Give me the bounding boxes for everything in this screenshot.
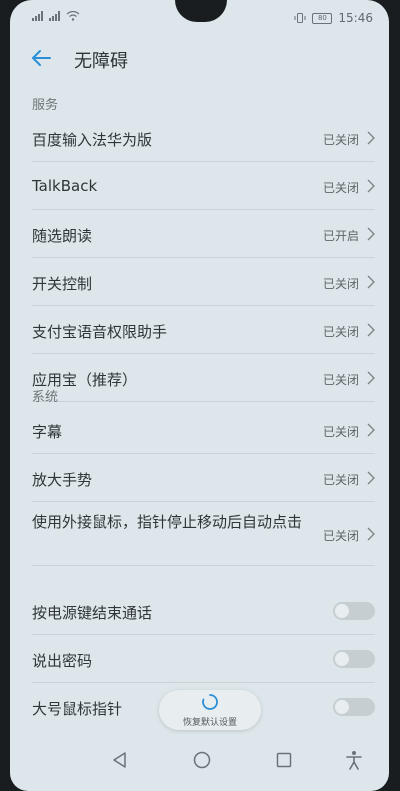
setting-status: 已关闭 — [322, 325, 359, 339]
chevron-right-icon — [367, 323, 375, 337]
setting-row-select-to-speak[interactable]: 随选朗读 已开启 — [32, 211, 375, 258]
recents-nav-icon[interactable] — [274, 750, 294, 770]
reset-defaults-label: 恢复默认设置 — [182, 718, 237, 728]
setting-row-alipay-voice[interactable]: 支付宝语音权限助手 已关闭 — [32, 307, 375, 354]
setting-status: 已关闭 — [322, 473, 359, 487]
chevron-right-icon — [367, 275, 375, 289]
setting-status: 已关闭 — [322, 133, 359, 147]
section-header-system: 系统 — [32, 390, 59, 405]
phone-screen: 80 15:46 无障碍 服务 百度输入法华为版 已关闭 TalkBack 已关… — [10, 0, 389, 791]
section-header-services: 服务 — [32, 98, 59, 113]
navigation-bar — [10, 738, 389, 782]
back-arrow-icon[interactable] — [30, 46, 54, 70]
page-title: 无障碍 — [74, 51, 128, 72]
chevron-right-icon — [367, 131, 375, 145]
reset-defaults-button[interactable]: 恢复默认设置 — [159, 690, 261, 730]
chevron-right-icon — [367, 371, 375, 385]
setting-status: 已关闭 — [322, 181, 359, 195]
setting-label: 随选朗读 — [32, 227, 93, 245]
setting-label: 开关控制 — [32, 275, 93, 293]
setting-row-auto-click[interactable]: 使用外接鼠标，指针停止移动后自动点击 已关闭 — [32, 503, 375, 566]
vibrate-icon — [294, 13, 306, 23]
chevron-right-icon — [367, 227, 375, 241]
setting-row-switch-access[interactable]: 开关控制 已关闭 — [32, 259, 375, 306]
setting-status: 已开启 — [322, 229, 359, 243]
back-nav-icon[interactable] — [110, 750, 130, 770]
setting-label: 字幕 — [32, 423, 63, 441]
setting-label: 按电源键结束通话 — [32, 604, 153, 622]
setting-label: 说出密码 — [32, 652, 93, 670]
toggle-switch[interactable] — [333, 602, 375, 620]
setting-row-captions[interactable]: 字幕 已关闭 — [32, 407, 375, 454]
setting-row-app-store[interactable]: 应用宝（推荐） 已关闭 — [32, 355, 375, 402]
setting-row-magnification-gestures[interactable]: 放大手势 已关闭 — [32, 455, 375, 502]
setting-status: 已关闭 — [322, 277, 359, 291]
signal-icon — [32, 11, 43, 21]
app-header: 无障碍 — [10, 34, 389, 82]
reset-icon — [202, 694, 218, 710]
setting-label: TalkBack — [32, 177, 98, 195]
setting-row-baidu-ime[interactable]: 百度输入法华为版 已关闭 — [32, 115, 375, 162]
toggle-knob — [335, 604, 349, 618]
setting-status: 已关闭 — [322, 425, 359, 439]
signal-icon — [49, 11, 60, 21]
status-time: 15:46 — [338, 11, 373, 25]
setting-status: 已关闭 — [322, 373, 359, 387]
setting-status: 已关闭 — [322, 529, 359, 543]
status-bar: 80 15:46 — [10, 0, 389, 34]
setting-row-power-ends-call[interactable]: 按电源键结束通话 — [32, 588, 375, 635]
chevron-right-icon — [367, 527, 375, 541]
wifi-icon — [66, 11, 80, 21]
toggle-switch[interactable] — [333, 698, 375, 716]
status-bar-right: 80 15:46 — [294, 11, 373, 25]
status-bar-left — [32, 11, 80, 21]
chevron-right-icon — [367, 471, 375, 485]
setting-row-speak-passwords[interactable]: 说出密码 — [32, 636, 375, 683]
toggle-knob — [335, 700, 349, 714]
setting-label: 支付宝语音权限助手 — [32, 323, 168, 341]
chevron-right-icon — [367, 423, 375, 437]
accessibility-shortcut-icon[interactable] — [344, 750, 364, 770]
toggle-switch[interactable] — [333, 650, 375, 668]
chevron-right-icon — [367, 179, 375, 193]
battery-icon: 80 — [312, 12, 333, 24]
home-nav-icon[interactable] — [192, 750, 212, 770]
setting-label: 大号鼠标指针 — [32, 700, 123, 718]
toggle-knob — [335, 652, 349, 666]
setting-label: 使用外接鼠标，指针停止移动后自动点击 — [32, 513, 303, 531]
setting-label: 放大手势 — [32, 471, 93, 489]
setting-row-talkback[interactable]: TalkBack 已关闭 — [32, 163, 375, 210]
setting-label: 百度输入法华为版 — [32, 131, 153, 149]
